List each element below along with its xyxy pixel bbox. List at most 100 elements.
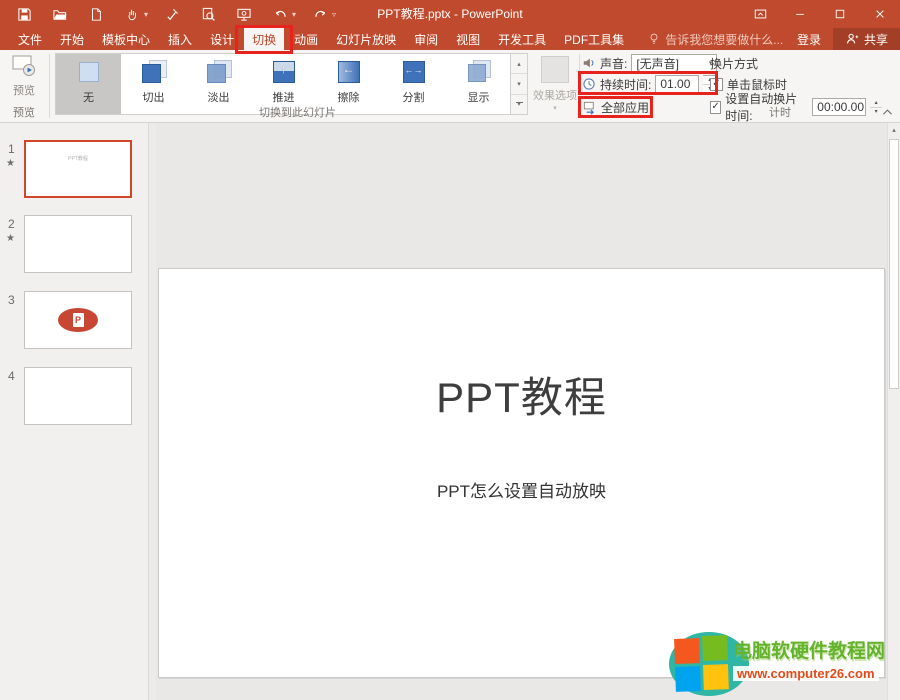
- tab-file[interactable]: 文件: [10, 28, 50, 50]
- thumb-title-text: PPT教程: [26, 155, 130, 162]
- effect-options-button[interactable]: 效果选项 ▾: [533, 54, 577, 112]
- preview-group-label: 预览: [0, 104, 48, 120]
- slide-canvas[interactable]: PPT教程 PPT怎么设置自动放映: [158, 268, 885, 678]
- scrollbar-thumb[interactable]: [889, 139, 899, 389]
- gallery-more-icon[interactable]: ▾: [511, 95, 527, 114]
- transition-reveal[interactable]: 显示: [446, 54, 511, 114]
- tab-template-center[interactable]: 模板中心: [94, 28, 158, 50]
- gallery-scrollbar: ▴ ▾ ▾: [510, 53, 528, 115]
- close-icon[interactable]: [860, 0, 900, 28]
- advance-heading: 换片方式: [710, 54, 758, 72]
- tab-developer[interactable]: 开发工具: [490, 28, 554, 50]
- sign-in-button[interactable]: 登录: [785, 28, 833, 50]
- transition-cut-icon: [137, 59, 171, 86]
- transition-wipe[interactable]: ← 擦除: [316, 54, 381, 114]
- tabrow-right: 登录 共享: [785, 28, 900, 50]
- transition-fade[interactable]: 淡出: [186, 54, 251, 114]
- lightbulb-icon: [648, 32, 660, 46]
- sound-row: 声音: [无声音] ▾: [582, 54, 717, 72]
- preview-button[interactable]: 预览: [4, 54, 44, 106]
- slide-1-item: 1 ★ PPT教程: [0, 140, 148, 200]
- slide-number: 1: [8, 142, 15, 156]
- transition-star-icon: ★: [6, 233, 15, 244]
- tab-slideshow[interactable]: 幻灯片放映: [328, 28, 404, 50]
- transition-star-icon: ★: [6, 158, 15, 169]
- editing-canvas: PPT教程 PPT怎么设置自动放映: [156, 123, 888, 700]
- tab-view[interactable]: 视图: [448, 28, 488, 50]
- tab-animations[interactable]: 动画: [286, 28, 326, 50]
- ribbon-display-options-icon[interactable]: [740, 0, 780, 28]
- auto-advance-checkbox[interactable]: ✓ 设置自动换片时间: 00:00.00 ▴ ▾: [710, 98, 882, 116]
- open-icon[interactable]: [42, 0, 78, 28]
- transition-none[interactable]: 无: [56, 54, 121, 114]
- window-controls: [740, 0, 900, 28]
- checkbox-checked-icon[interactable]: ✓: [710, 101, 721, 114]
- touch-mode-caret-icon[interactable]: ▾: [144, 10, 154, 19]
- ribbon-tab-row: 文件 开始 模板中心 插入 设计 切换 动画 幻灯片放映 审阅 视图 开发工具 …: [0, 28, 900, 50]
- customize-qat-caret-icon[interactable]: ▿: [332, 10, 342, 19]
- tab-review[interactable]: 审阅: [406, 28, 446, 50]
- transition-split-icon: ←→: [397, 59, 431, 86]
- slide-4-thumbnail[interactable]: [24, 367, 132, 425]
- preview-transition-icon: [11, 54, 37, 78]
- start-slideshow-icon[interactable]: [226, 0, 262, 28]
- slide-number: 3: [8, 293, 15, 307]
- slide-1-thumbnail[interactable]: PPT教程: [24, 140, 132, 198]
- tab-design[interactable]: 设计: [202, 28, 242, 50]
- tab-insert[interactable]: 插入: [160, 28, 200, 50]
- speaker-icon: [582, 56, 596, 70]
- apply-to-all-icon: [582, 100, 597, 115]
- collapse-ribbon-icon[interactable]: [879, 105, 895, 119]
- apply-all-label: 全部应用: [601, 99, 649, 116]
- tab-transitions[interactable]: 切换: [244, 28, 284, 50]
- clock-icon: [582, 77, 596, 91]
- transition-push[interactable]: ↑ 推进: [251, 54, 316, 114]
- apply-all-button[interactable]: 全部应用: [582, 98, 649, 116]
- auto-advance-time-input[interactable]: 00:00.00: [812, 98, 866, 116]
- slide-3-thumbnail[interactable]: P: [24, 291, 132, 349]
- slide-3-item: 3 P: [0, 291, 148, 351]
- checkbox-checked-icon[interactable]: ✓: [710, 78, 723, 91]
- sound-label: 声音:: [600, 55, 627, 72]
- slide-4-item: 4: [0, 367, 148, 427]
- gallery-scroll-up-icon[interactable]: ▴: [511, 54, 527, 74]
- group-divider: [49, 54, 50, 118]
- transitions-gallery: 无 切出 淡出 ↑ 推进 ← 擦除 ←→ 分割: [55, 53, 512, 115]
- new-document-icon[interactable]: [78, 0, 114, 28]
- save-icon[interactable]: [6, 0, 42, 28]
- person-icon: [845, 32, 859, 46]
- group-divider: [579, 54, 580, 118]
- print-preview-icon[interactable]: [190, 0, 226, 28]
- maximize-icon[interactable]: [820, 0, 860, 28]
- slide-number: 4: [8, 369, 15, 383]
- tab-pdf-tools[interactable]: PDF工具集: [556, 28, 632, 50]
- undo-caret-icon[interactable]: ▾: [292, 10, 302, 19]
- transition-wipe-icon: ←: [332, 59, 366, 86]
- effect-options-icon: [541, 56, 569, 83]
- slide-title-textbox[interactable]: PPT教程: [159, 364, 884, 425]
- scroll-up-icon[interactable]: ▴: [888, 123, 900, 137]
- transition-none-icon: [72, 59, 106, 86]
- slide-subtitle-textbox[interactable]: PPT怎么设置自动放映: [159, 477, 884, 502]
- duration-label: 持续时间:: [600, 76, 651, 93]
- transition-push-icon: ↑: [267, 59, 301, 86]
- slide-2-thumbnail[interactable]: [24, 215, 132, 273]
- transition-reveal-icon: [462, 59, 496, 86]
- gallery-scroll-down-icon[interactable]: ▾: [511, 74, 527, 94]
- transition-cut[interactable]: 切出: [121, 54, 186, 114]
- powerpoint-logo-icon: P: [58, 308, 98, 332]
- tab-home[interactable]: 开始: [52, 28, 92, 50]
- tell-me-search[interactable]: 告诉我您想要做什么...: [648, 28, 783, 50]
- minimize-icon[interactable]: [780, 0, 820, 28]
- share-button[interactable]: 共享: [833, 28, 900, 50]
- transition-split[interactable]: ←→ 分割: [381, 54, 446, 114]
- quick-access-toolbar: ▾ ▾ ▿: [0, 0, 342, 28]
- sound-dropdown[interactable]: [无声音] ▾: [631, 54, 717, 72]
- timing-group: 声音: [无声音] ▾ 持续时间: 01.00 ▴ ▾: [582, 50, 882, 122]
- slide-number: 2: [8, 217, 15, 231]
- powerpoint-window: ▾ ▾ ▿ PPT教程.pptx - PowerPoint: [0, 0, 900, 700]
- spell-check-icon[interactable]: [154, 0, 190, 28]
- vertical-scrollbar[interactable]: ▴: [887, 123, 900, 700]
- duration-input[interactable]: 01.00: [655, 75, 699, 93]
- title-bar: ▾ ▾ ▿ PPT教程.pptx - PowerPoint: [0, 0, 900, 28]
